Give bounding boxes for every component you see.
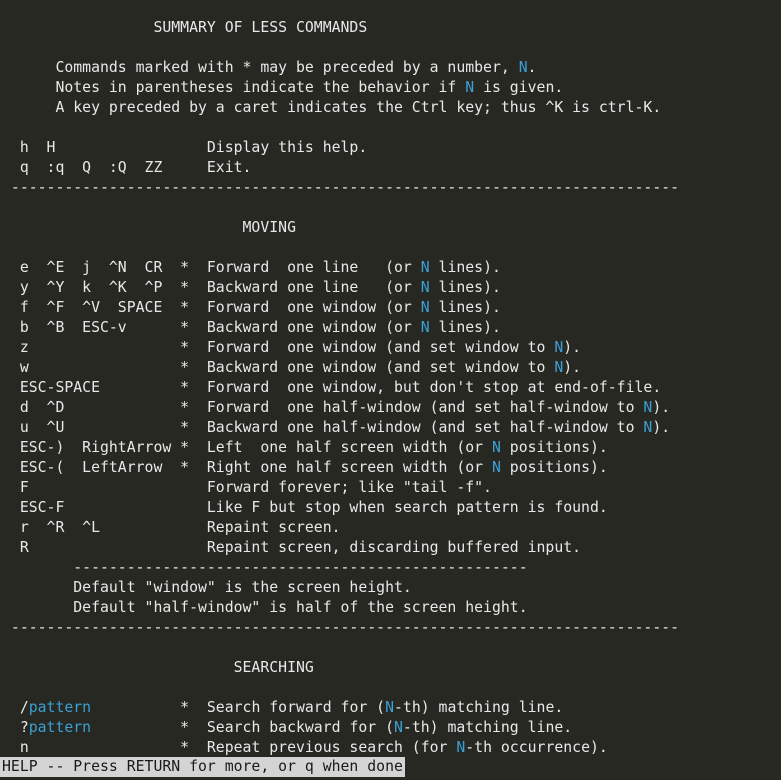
line-text: R Repaint screen, discarding buffered in… <box>2 539 582 556</box>
help-line: f ^F ^V SPACE * Forward one window (or N… <box>2 298 501 318</box>
line-text: lines). <box>429 299 501 316</box>
line-text: ? <box>2 719 29 736</box>
line-text: Default "half-window" is half of the scr… <box>2 599 528 616</box>
line-text: lines). <box>429 259 501 276</box>
line-text: h H Display this help. <box>2 139 368 156</box>
line-text: -th) matching line. <box>402 719 573 736</box>
line-text: MOVING <box>2 219 296 236</box>
help-line: ----------------------------------------… <box>2 558 528 578</box>
highlighted-token: N <box>456 739 466 756</box>
help-line: d ^D * Forward one half-window (and set … <box>2 398 670 418</box>
line-text: ). <box>563 359 582 376</box>
help-line: u ^U * Backward one half-window (and set… <box>2 418 670 438</box>
highlighted-token: N <box>420 279 430 296</box>
help-line: h H Display this help. <box>2 138 367 158</box>
line-text: SUMMARY OF LESS COMMANDS <box>2 19 368 36</box>
help-line: ESC-SPACE * Forward one window, but don'… <box>2 378 661 398</box>
line-text: positions). <box>500 459 608 476</box>
help-line: ESC-F Like F but stop when search patter… <box>2 498 608 518</box>
line-text: ----------------------------------------… <box>2 559 528 576</box>
line-text: ----------------------------------------… <box>2 179 680 196</box>
help-line: e ^E j ^N CR * Forward one line (or N li… <box>2 258 501 278</box>
help-line: A key preceded by a caret indicates the … <box>2 98 661 118</box>
line-text: * Search backward for ( <box>91 719 394 736</box>
line-text: ). <box>563 339 582 356</box>
help-line: w * Backward one window (and set window … <box>2 358 581 378</box>
help-line: z * Forward one window (and set window t… <box>2 338 581 358</box>
help-line: ESC-( LeftArrow * Right one half screen … <box>2 458 608 478</box>
line-text: d ^D * Forward one half-window (and set … <box>2 399 644 416</box>
highlighted-token: N <box>465 79 475 96</box>
help-line: MOVING <box>2 218 296 238</box>
help-line: ESC-) RightArrow * Left one half screen … <box>2 438 608 458</box>
help-line: R Repaint screen, discarding buffered in… <box>2 538 581 558</box>
help-line: ----------------------------------------… <box>2 618 679 638</box>
highlighted-token: N <box>643 399 653 416</box>
line-text: A key preceded by a caret indicates the … <box>2 99 662 116</box>
line-text: ). <box>652 399 671 416</box>
line-text: lines). <box>429 279 501 296</box>
line-text: b ^B ESC-v * Backward one window (or <box>2 319 421 336</box>
highlighted-token: N <box>518 59 528 76</box>
highlighted-token: N <box>420 319 430 336</box>
line-text: lines). <box>429 319 501 336</box>
highlighted-token: N <box>554 359 564 376</box>
line-text: r ^R ^L Repaint screen. <box>2 519 341 536</box>
help-line: b ^B ESC-v * Backward one window (or N l… <box>2 318 501 338</box>
line-text: F Forward forever; like "tail -f". <box>2 479 492 496</box>
help-line: SEARCHING <box>2 658 314 678</box>
line-text: SEARCHING <box>2 659 314 676</box>
line-text: ESC-F Like F but stop when search patter… <box>2 499 608 516</box>
highlighted-token: pattern <box>28 719 92 736</box>
help-line: y ^Y k ^K ^P * Backward one line (or N l… <box>2 278 501 298</box>
highlighted-token: N <box>643 419 653 436</box>
line-text: -th) matching line. <box>394 699 564 716</box>
help-line: n * Repeat previous search (for N-th occ… <box>2 738 608 758</box>
highlighted-token: pattern <box>28 699 92 716</box>
highlighted-token: N <box>385 699 394 716</box>
line-text: ESC-) RightArrow * Left one half screen … <box>2 439 492 456</box>
help-line: q :q Q :Q ZZ Exit. <box>2 158 252 178</box>
line-text: Default "window" is the screen height. <box>2 579 412 596</box>
highlighted-token: N <box>554 339 564 356</box>
terminal-window[interactable]: SUMMARY OF LESS COMMANDS Commands marked… <box>0 0 781 780</box>
line-text: e ^E j ^N CR * Forward one line (or <box>2 259 421 276</box>
help-line: F Forward forever; like "tail -f". <box>2 478 492 498</box>
help-line: Default "half-window" is half of the scr… <box>2 598 528 618</box>
line-text: ESC-SPACE * Forward one window, but don'… <box>2 379 662 396</box>
help-line: ----------------------------------------… <box>2 178 679 198</box>
help-line: ?pattern * Search backward for (N-th) ma… <box>2 718 572 738</box>
line-text: z * Forward one window (and set window t… <box>2 339 555 356</box>
help-line: /pattern * Search forward for (N-th) mat… <box>2 698 563 718</box>
line-text: w * Backward one window (and set window … <box>2 359 555 376</box>
help-line: Notes in parentheses indicate the behavi… <box>2 78 563 98</box>
line-text: Commands marked with * may be preceded b… <box>2 59 519 76</box>
highlighted-token: N <box>420 259 430 276</box>
line-text: y ^Y k ^K ^P * Backward one line (or <box>2 279 421 296</box>
line-text: u ^U * Backward one half-window (and set… <box>2 419 644 436</box>
line-text: -th occurrence). <box>465 739 608 756</box>
help-line: SUMMARY OF LESS COMMANDS <box>2 18 367 38</box>
line-text: * Search forward for ( <box>91 699 386 716</box>
highlighted-token: N <box>491 439 501 456</box>
line-text: positions). <box>500 439 608 456</box>
line-text: is given. <box>474 79 564 96</box>
help-line: Commands marked with * may be preceded b… <box>2 58 537 78</box>
line-text: q :q Q :Q ZZ Exit. <box>2 159 252 176</box>
line-text: ESC-( LeftArrow * Right one half screen … <box>2 459 492 476</box>
line-text: / <box>2 699 29 716</box>
line-text: . <box>527 59 537 76</box>
line-text: ). <box>652 419 671 436</box>
less-status-prompt: HELP -- Press RETURN for more, or q when… <box>0 757 405 777</box>
line-text: n * Repeat previous search (for <box>2 739 457 756</box>
help-line: r ^R ^L Repaint screen. <box>2 518 341 538</box>
highlighted-token: N <box>420 299 430 316</box>
line-text: Notes in parentheses indicate the behavi… <box>2 79 466 96</box>
line-text: f ^F ^V SPACE * Forward one window (or <box>2 299 421 316</box>
highlighted-token: N <box>491 459 501 476</box>
line-text: ----------------------------------------… <box>2 619 680 636</box>
help-line: Default "window" is the screen height. <box>2 578 412 598</box>
highlighted-token: N <box>393 719 403 736</box>
